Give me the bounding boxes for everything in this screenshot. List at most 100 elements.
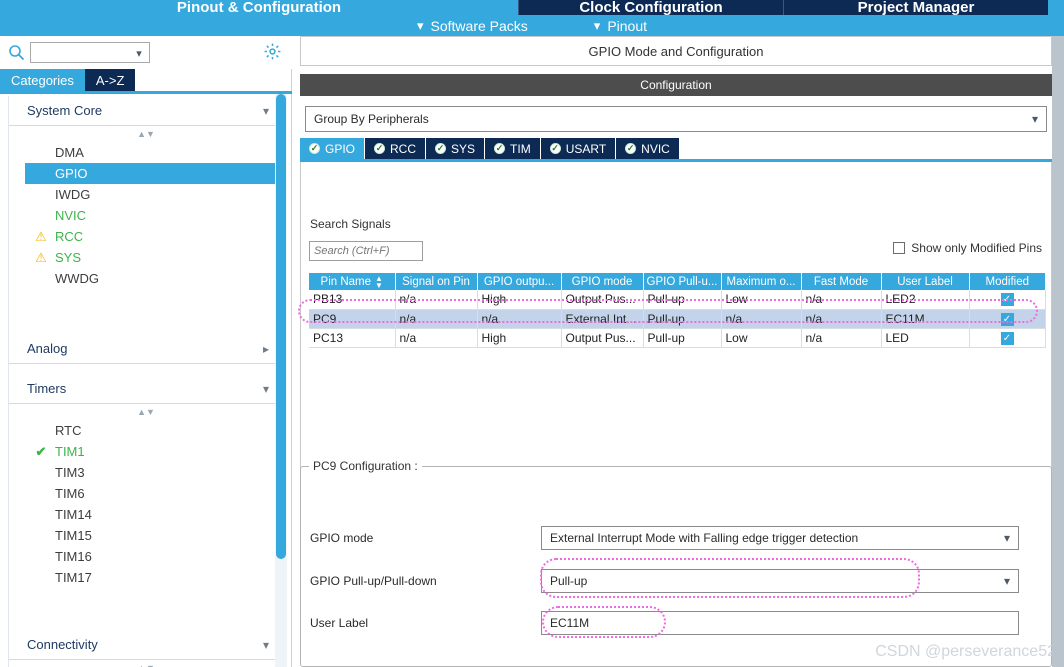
tab-tim[interactable]: ✓ TIM [485, 138, 541, 159]
tree-item-label: DMA [55, 145, 84, 160]
cell-gpio-mode: External Int... [561, 309, 644, 329]
tree-item-rcc[interactable]: ⚠ RCC [9, 226, 283, 247]
cell-modified[interactable]: ✓ [969, 309, 1046, 329]
table-row[interactable]: PC9 n/a n/a External Int... Pull-up n/a … [309, 309, 1046, 329]
tab-label: RCC [390, 141, 417, 156]
modified-checkbox[interactable]: ✓ [1000, 331, 1014, 345]
user-label-input[interactable]: EC11M [541, 611, 1019, 635]
gear-icon[interactable] [263, 42, 283, 62]
scroll-spinner[interactable]: ▲▼ [9, 660, 283, 667]
scroll-spinner[interactable]: ▲▼ [9, 404, 283, 420]
signal-search-input[interactable] [310, 242, 422, 260]
tree-item-label: TIM14 [55, 507, 92, 522]
gpio-pull-value: Pull-up [550, 574, 588, 588]
tree-item-tim17[interactable]: TIM17 [9, 567, 283, 588]
group-by-select[interactable]: Group By Peripherals ▾ [305, 106, 1047, 132]
tree-item-tim16[interactable]: TIM16 [9, 546, 283, 567]
check-circle-icon: ✓ [625, 143, 637, 154]
main-vertical-scrollbar[interactable] [1052, 36, 1064, 667]
sort-icon[interactable]: ▲ ▼ [375, 274, 383, 289]
show-only-modified-checkbox[interactable] [893, 242, 906, 254]
cell-modified[interactable]: ✓ [969, 328, 1046, 348]
column-header-pin-name[interactable]: Pin Name ▲ ▼ [309, 273, 396, 290]
search-icon [6, 43, 26, 63]
column-header-signal-on-pin[interactable]: Signal on Pin [395, 273, 478, 290]
cell-signal-on-pin: n/a [395, 290, 478, 310]
table-row[interactable]: PC13 n/a High Output Pus... Pull-up Low … [309, 328, 1046, 348]
tree-item-tim14[interactable]: TIM14 [9, 504, 283, 525]
tree-item-nvic[interactable]: NVIC [9, 205, 283, 226]
subnav-item-software-packs[interactable]: ▾ Software Packs [417, 18, 528, 34]
tree-item-gpio[interactable]: GPIO [25, 163, 283, 184]
column-header-gpio-pullup[interactable]: GPIO Pull-u... [643, 273, 722, 290]
cell-gpio-output: n/a [477, 309, 562, 329]
tab-a-to-z[interactable]: A->Z [84, 69, 136, 91]
cell-gpio-mode: Output Pus... [561, 328, 644, 348]
chevron-down-icon[interactable]: ▾ [133, 45, 145, 61]
tree-item-tim3[interactable]: TIM3 [9, 462, 283, 483]
tree-group-analog[interactable]: Analog ▸ [9, 334, 283, 364]
page-title: GPIO Mode and Configuration [588, 43, 764, 59]
nav-tab-project-manager[interactable]: Project Manager [783, 0, 1048, 15]
tree-item-tim1[interactable]: ✔ TIM1 [9, 441, 283, 462]
tab-usart[interactable]: ✓ USART [540, 138, 617, 159]
modified-checkbox[interactable]: ✓ [1000, 293, 1014, 307]
sidebar-search-combo[interactable]: ▾ [30, 42, 150, 63]
signal-search-field[interactable] [309, 241, 423, 261]
tree-item-wwdg[interactable]: WWDG [9, 268, 283, 289]
tree-group-timers[interactable]: Timers ▾ [9, 374, 283, 404]
tree-item-tim6[interactable]: TIM6 [9, 483, 283, 504]
tree-item-rtc[interactable]: RTC [9, 420, 283, 441]
tree-item-tim15[interactable]: TIM15 [9, 525, 283, 546]
show-only-modified-pins-row[interactable]: Show only Modified Pins [893, 241, 1042, 255]
chevron-down-icon: ▾ [262, 103, 269, 118]
tab-nvic[interactable]: ✓ NVIC [616, 138, 680, 159]
search-signals-label: Search Signals [310, 217, 391, 231]
tree-item-sys[interactable]: ⚠ SYS [9, 247, 283, 268]
tree-item-label: NVIC [55, 208, 87, 223]
cell-fast-mode: n/a [801, 328, 882, 348]
tab-sys[interactable]: ✓ SYS [426, 138, 486, 159]
cell-signal-on-pin: n/a [395, 328, 478, 348]
column-header-fast-mode[interactable]: Fast Mode [801, 273, 882, 290]
sidebar-tabs-underline [0, 91, 292, 94]
nav-tab-clock-configuration[interactable]: Clock Configuration [518, 0, 783, 15]
field-label-gpio-mode: GPIO mode [310, 531, 374, 545]
tree-item-dma[interactable]: DMA [9, 142, 283, 163]
column-header-gpio-mode[interactable]: GPIO mode [561, 273, 644, 290]
modified-checkbox[interactable]: ✓ [1000, 312, 1014, 326]
tree-item-label: RTC [55, 423, 82, 438]
column-header-user-label[interactable]: User Label [881, 273, 970, 290]
sidebar-search-input[interactable] [31, 43, 129, 62]
group-label: Connectivity [27, 637, 98, 652]
tree-group-system-core[interactable]: System Core ▾ [9, 96, 283, 126]
tree-item-label: TIM3 [55, 465, 85, 480]
cell-gpio-pullup: Pull-up [643, 290, 722, 310]
column-header-maximum-output[interactable]: Maximum o... [721, 273, 802, 290]
signals-panel: Search Signals Show only Modified Pins [300, 162, 1052, 491]
tree-item-iwdg[interactable]: IWDG [9, 184, 283, 205]
tab-label: NVIC [641, 141, 670, 156]
cell-modified[interactable]: ✓ [969, 290, 1046, 310]
gpio-mode-title: GPIO Mode and Configuration [300, 36, 1052, 66]
sidebar-scrollbar-thumb[interactable] [276, 94, 286, 559]
gpio-pull-select[interactable]: Pull-up ▾ [541, 569, 1019, 593]
warning-icon: ⚠ [35, 250, 47, 265]
nav-tab-pinout-configuration[interactable]: Pinout & Configuration [0, 0, 518, 15]
tab-gpio[interactable]: ✓ GPIO [300, 138, 366, 159]
scroll-spinner[interactable]: ▲▼ [9, 126, 283, 142]
subnav-label: Pinout [607, 17, 648, 34]
tab-label: USART [565, 141, 607, 156]
sub-nav: ▾ Software Packs ▾ Pinout [0, 15, 1064, 36]
column-header-gpio-output[interactable]: GPIO outpu... [477, 273, 562, 290]
main-panel: GPIO Mode and Configuration Configuratio… [292, 36, 1064, 667]
tab-rcc[interactable]: ✓ RCC [365, 138, 427, 159]
tree-group-connectivity[interactable]: Connectivity ▾ [9, 630, 283, 660]
subnav-item-pinout[interactable]: ▾ Pinout [594, 18, 647, 34]
tab-categories[interactable]: Categories [0, 69, 85, 91]
gpio-mode-select[interactable]: External Interrupt Mode with Falling edg… [541, 526, 1019, 550]
nav-tab-label: Project Manager [857, 0, 975, 15]
gpio-mode-value: External Interrupt Mode with Falling edg… [550, 531, 859, 545]
table-row[interactable]: PB13 n/a High Output Pus... Pull-up Low … [309, 290, 1046, 310]
column-header-modified[interactable]: Modified [969, 273, 1045, 290]
